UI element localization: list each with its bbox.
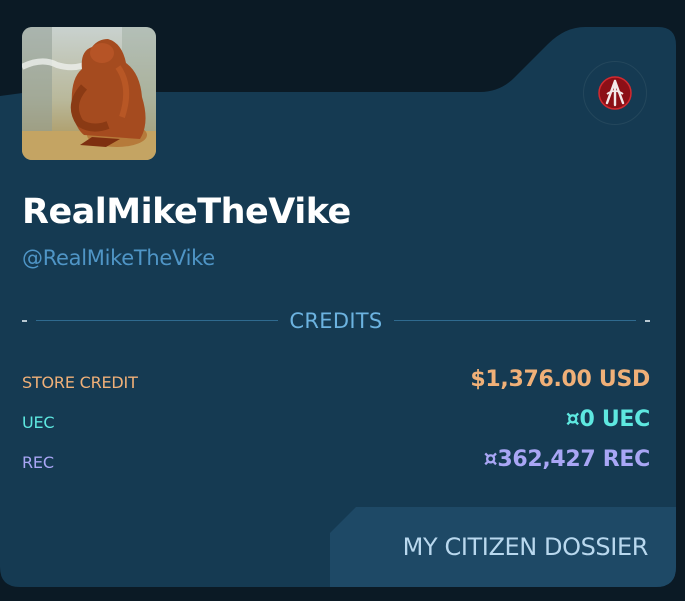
credit-row-store: STORE CREDIT $1,376.00 USD bbox=[22, 367, 650, 397]
divider-tick-right bbox=[645, 320, 650, 322]
organization-emblem-icon bbox=[598, 76, 632, 110]
display-name: RealMikeTheVike bbox=[22, 192, 351, 232]
divider-line-right bbox=[394, 320, 636, 321]
credits-title: CREDITS bbox=[289, 309, 383, 333]
credit-label: REC bbox=[22, 453, 54, 472]
org-badge-button[interactable] bbox=[583, 61, 647, 125]
credit-value: ¤0 UEC bbox=[565, 407, 651, 432]
user-handle: @RealMikeTheVike bbox=[22, 246, 215, 270]
credit-row-rec: REC ¤362,427 REC bbox=[22, 447, 650, 477]
bigfoot-avatar-image bbox=[22, 27, 156, 160]
credit-row-uec: UEC ¤0 UEC bbox=[22, 407, 650, 437]
citizen-dossier-button[interactable]: MY CITIZEN DOSSIER bbox=[330, 507, 676, 587]
credit-label: UEC bbox=[22, 413, 55, 432]
avatar bbox=[22, 27, 156, 160]
credits-divider: CREDITS bbox=[22, 306, 650, 336]
dossier-button-label: MY CITIZEN DOSSIER bbox=[402, 533, 649, 561]
credit-value: $1,376.00 USD bbox=[470, 367, 650, 392]
credit-value: ¤362,427 REC bbox=[483, 447, 651, 472]
credit-label: STORE CREDIT bbox=[22, 373, 138, 392]
